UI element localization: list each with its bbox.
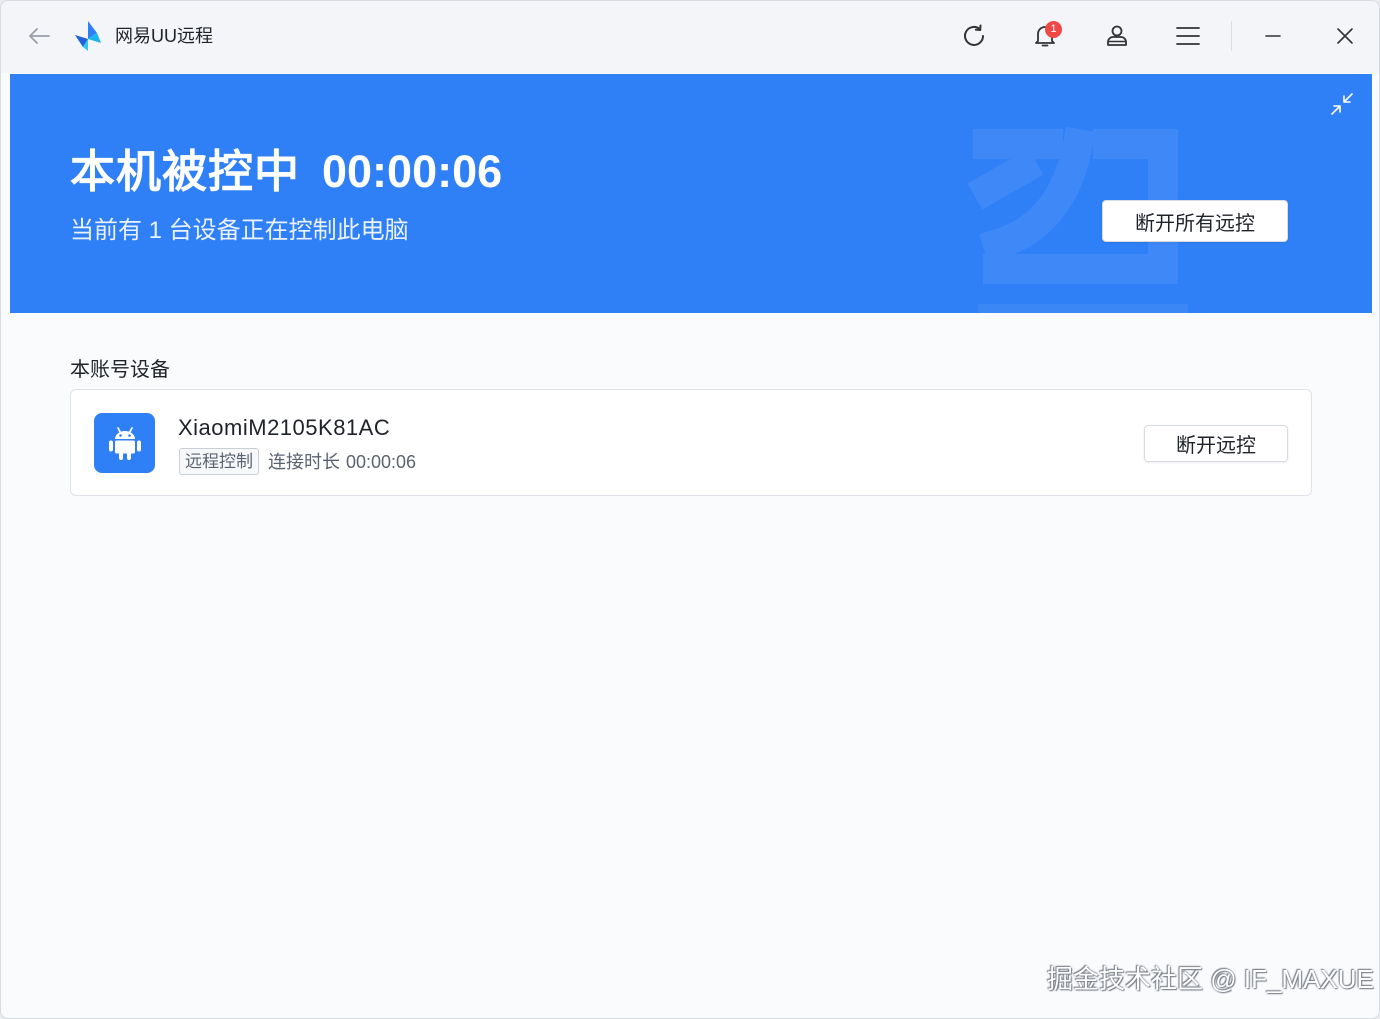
arrow-left-icon [29,28,50,44]
minimize-icon [1265,35,1281,37]
app-title: 网易UU远程 [115,26,213,46]
app-window: 网易UU远程 1 本机被控中 00:00:06 当前有 1 台设备正在控制此电脑… [0,0,1380,1019]
close-button[interactable] [1325,18,1365,54]
disconnect-device-button[interactable]: 断开远控 [1144,425,1288,462]
menu-button[interactable] [1168,18,1208,54]
status-title: 本机被控中 [70,146,301,197]
user-icon [1107,25,1127,46]
device-mode-tag: 远程控制 [179,448,259,475]
device-card: XiaomiM2105K81AC 远程控制 连接时长 00:00:06 断开远控 [70,389,1312,496]
close-icon [1337,28,1353,44]
notifications-button[interactable]: 1 [1025,18,1065,54]
titlebar-divider [1231,21,1232,51]
status-subtitle: 当前有 1 台设备正在控制此电脑 [70,217,409,244]
uu-logo [75,21,101,51]
section-title: 本账号设备 [70,359,170,381]
connection-duration-value: 00:00:06 [346,452,417,472]
status-timer: 00:00:06 [322,146,503,197]
disconnect-all-button[interactable]: 断开所有远控 [1102,200,1288,242]
collapse-button[interactable] [1326,88,1358,120]
refresh-icon [964,24,984,46]
device-icon-tile [94,413,155,473]
refresh-button[interactable] [954,18,994,54]
title-bar: 网易UU远程 1 [1,1,1379,73]
android-icon [108,427,141,460]
control-status-banner: 本机被控中 00:00:06 当前有 1 台设备正在控制此电脑 断开所有远控 [10,74,1372,313]
connection-duration-label: 连接时长 [268,452,340,472]
device-name: XiaomiM2105K81AC [178,415,391,440]
notification-badge: 1 [1045,21,1062,38]
watermark-text: 掘金技术社区 @ IF_MAXUE [1047,964,1374,994]
account-button[interactable] [1097,18,1137,54]
minimize-button[interactable] [1253,18,1293,54]
menu-icon [1176,27,1200,45]
back-button[interactable] [23,21,55,51]
collapse-icon [1331,93,1353,115]
